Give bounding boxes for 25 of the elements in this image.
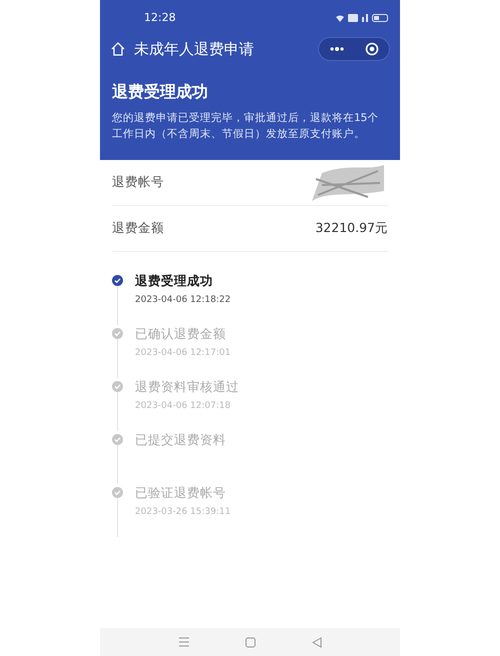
menu-icon[interactable] — [178, 637, 190, 647]
timeline-step: 已确认退费金额 — [135, 325, 231, 344]
wifi-icon — [336, 14, 344, 22]
home-square-icon[interactable] — [245, 636, 256, 648]
status-title: 退费受理成功 — [112, 81, 209, 103]
signal-icon — [362, 14, 368, 22]
more-icon[interactable] — [329, 47, 345, 51]
status-description: 您的退费申请已受理完毕，审批通过后，退款将在15个工作日内（不含周末、节假日）发放至原支付账户。 — [112, 111, 380, 142]
capsule-menu[interactable] — [318, 37, 390, 61]
back-icon[interactable] — [312, 636, 322, 648]
field-label: 退费金额 — [112, 219, 164, 238]
page-title: 未成年人退费申请 — [134, 38, 255, 60]
home-icon[interactable] — [110, 41, 126, 57]
field-label: 退费帐号 — [112, 173, 164, 192]
field-value: 32210.97元 — [315, 219, 388, 238]
battery-icon — [372, 14, 388, 22]
timeline-time: 2023-04-06 12:07:18 — [135, 400, 232, 413]
timeline-step: 已提交退费资料 — [135, 431, 226, 450]
timeline-step: 退费受理成功 — [135, 272, 231, 291]
timeline-step: 退费资料审核通过 — [135, 378, 239, 397]
timeline-time: 2023-04-06 12:17:01 — [135, 346, 231, 360]
timeline-step: 已验证退费帐号 — [135, 484, 231, 503]
clock: 12:28 — [144, 10, 176, 26]
timeline-time: 2023-03-26 15:39:11 — [135, 506, 231, 519]
timeline-time: 2023-04-06 12:18:22 — [135, 294, 231, 307]
